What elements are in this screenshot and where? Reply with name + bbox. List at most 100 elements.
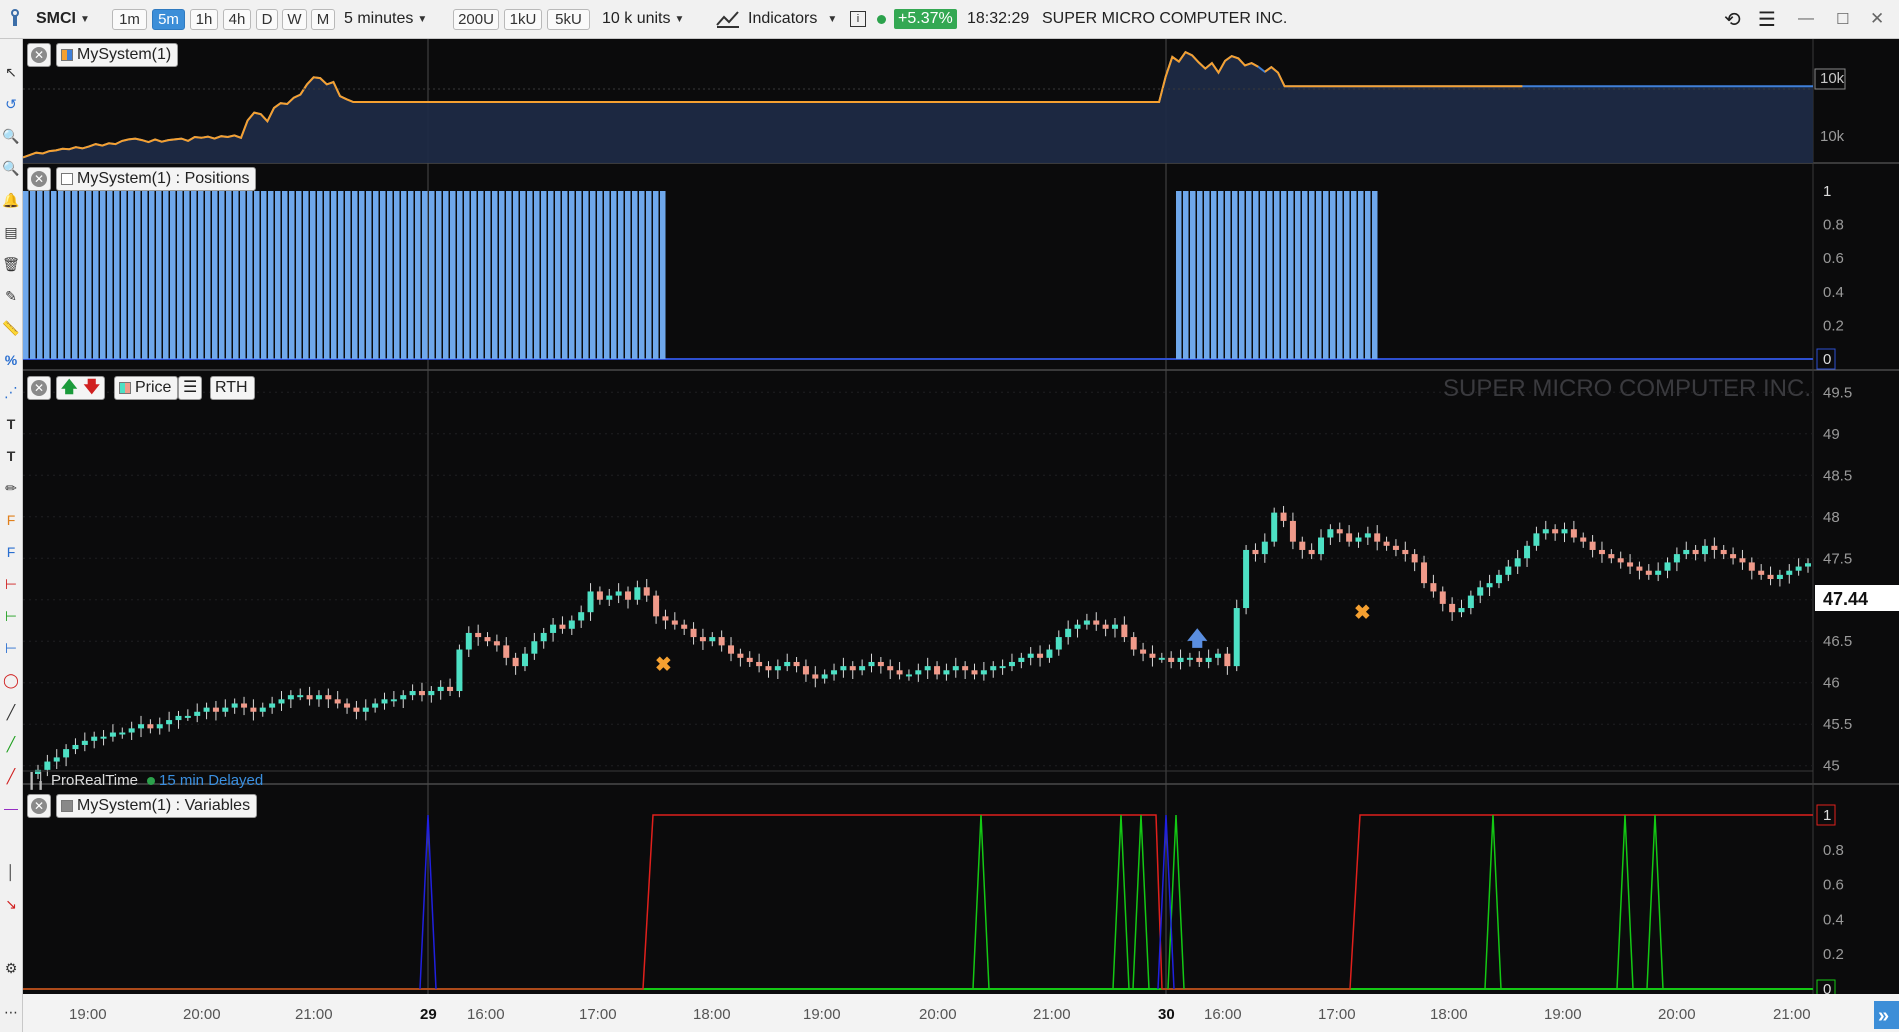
positions-panel-title[interactable]: MySystem(1) : Positions bbox=[56, 167, 257, 191]
timeframe-m[interactable]: M bbox=[311, 9, 335, 30]
candle-body bbox=[1336, 529, 1343, 534]
chart-canvas[interactable]: 10k10k10.80.60.40.2049.54948.54847.54746… bbox=[23, 39, 1899, 1032]
ruler-icon[interactable]: 📏 bbox=[1, 317, 21, 339]
timeframe-w[interactable]: W bbox=[282, 9, 307, 30]
candle-body bbox=[1224, 653, 1231, 667]
position-bar bbox=[562, 191, 568, 359]
ellipse-tool-icon[interactable]: ◯ bbox=[1, 669, 21, 691]
symbol-selector[interactable]: SMCI ▼ bbox=[36, 0, 90, 38]
candle-body bbox=[559, 624, 566, 629]
position-bar bbox=[492, 191, 498, 359]
horizontal-line-icon[interactable]: — bbox=[1, 797, 21, 819]
close-variables-panel-button[interactable]: ✕ bbox=[27, 794, 51, 818]
position-bar bbox=[121, 191, 127, 359]
indicators-button[interactable]: Indicators ▼ bbox=[716, 0, 837, 38]
pencil-icon[interactable]: ✏ bbox=[1, 477, 21, 499]
price-panel-title[interactable]: Price bbox=[114, 376, 179, 400]
position-bar bbox=[555, 191, 561, 359]
candle-body bbox=[737, 653, 744, 658]
brush-icon[interactable]: ✎ bbox=[1, 285, 21, 307]
candle-body bbox=[896, 670, 903, 675]
buy-sell-buttons[interactable]: 🡅 🡇 bbox=[56, 376, 105, 400]
candle-body bbox=[877, 661, 884, 667]
units-5ku[interactable]: 5kU bbox=[547, 9, 590, 30]
candle-body bbox=[765, 666, 772, 671]
period-selector[interactable]: 5 minutes ▼ bbox=[344, 0, 427, 38]
arrow-down-icon[interactable]: 🡇 bbox=[83, 377, 99, 399]
alert-bell-icon[interactable]: 🔔 bbox=[1, 189, 21, 211]
positions-axis-tick: 0.8 bbox=[1823, 217, 1844, 234]
green-line-icon[interactable]: ╱ bbox=[1, 733, 21, 755]
candle-body bbox=[521, 653, 528, 667]
maximize-icon[interactable]: ☐ bbox=[1836, 0, 1849, 38]
document-icon[interactable]: ▤ bbox=[1, 221, 21, 243]
settings-tools-icon[interactable]: ⚙ bbox=[1, 957, 21, 979]
close-price-panel-button[interactable]: ✕ bbox=[27, 376, 51, 400]
candle-body bbox=[1261, 541, 1268, 555]
fibonacci-icon[interactable]: F bbox=[1, 509, 21, 531]
trash-icon[interactable]: 🗑 bbox=[1, 253, 21, 275]
close-positions-panel-button[interactable]: ✕ bbox=[27, 167, 51, 191]
units-selector[interactable]: 10 k units ▼ bbox=[602, 0, 684, 38]
price-axis-tick: 49 bbox=[1823, 426, 1840, 443]
position-bar bbox=[464, 191, 470, 359]
channel-tool-icon[interactable]: ⊢ bbox=[1, 605, 21, 627]
timeframe-5m[interactable]: 5m bbox=[152, 9, 185, 30]
positions-axis-tick: 0.2 bbox=[1823, 317, 1844, 334]
price-axis-tick: 47.5 bbox=[1823, 550, 1852, 567]
position-bar bbox=[114, 191, 120, 359]
candle-body bbox=[1102, 624, 1109, 629]
pattern-icon[interactable]: ⋰ bbox=[1, 381, 21, 403]
position-bar bbox=[1309, 191, 1315, 359]
undo-icon[interactable]: ↺ bbox=[1, 93, 21, 115]
candle-body bbox=[503, 645, 510, 658]
arrow-tool-icon[interactable]: ↘ bbox=[1, 893, 21, 915]
more-tools-icon[interactable]: ⋯ bbox=[1, 1001, 21, 1023]
minimize-icon[interactable]: — bbox=[1798, 0, 1814, 38]
candle-body bbox=[1065, 628, 1072, 638]
units-200u[interactable]: 200U bbox=[453, 9, 499, 30]
zoom-icon[interactable]: 🔍 bbox=[1, 125, 21, 147]
percent-icon[interactable]: % bbox=[1, 349, 21, 371]
trendline-icon[interactable]: ╱ bbox=[1, 701, 21, 723]
arrow-up-icon[interactable]: 🡅 bbox=[61, 377, 77, 399]
price-axis-tick: 46 bbox=[1823, 675, 1840, 692]
zoom-out-icon[interactable]: 🔍 bbox=[1, 157, 21, 179]
vertical-marker-icon[interactable]: │ bbox=[1, 861, 21, 883]
text-label-icon[interactable]: T bbox=[1, 445, 21, 467]
rectangle-tool-icon[interactable]: ⊢ bbox=[1, 573, 21, 595]
close-icon[interactable]: ✕ bbox=[1870, 0, 1884, 38]
candle-body bbox=[353, 707, 360, 712]
price-list-button[interactable]: ☰ bbox=[178, 376, 203, 400]
position-bar bbox=[254, 191, 260, 359]
equity-panel-title[interactable]: MySystem(1) bbox=[56, 43, 179, 67]
info-icon[interactable]: i bbox=[850, 0, 866, 38]
rth-button[interactable]: RTH bbox=[210, 376, 255, 400]
timeframe-1m[interactable]: 1m bbox=[112, 9, 147, 30]
menu-icon[interactable]: ☰ bbox=[1758, 0, 1776, 38]
timeframe-4h[interactable]: 4h bbox=[223, 9, 251, 30]
candle-body bbox=[1074, 624, 1081, 629]
units-1ku[interactable]: 1kU bbox=[504, 9, 542, 30]
close-icon: ✕ bbox=[31, 380, 47, 396]
position-bar bbox=[86, 191, 92, 359]
vertical-line-icon[interactable]: ⊢ bbox=[1, 637, 21, 659]
timeframe-1h[interactable]: 1h bbox=[190, 9, 218, 30]
close-equity-panel-button[interactable]: ✕ bbox=[27, 43, 51, 67]
x-axis-tick: 18:00 bbox=[1430, 1006, 1468, 1023]
variables-panel-title[interactable]: MySystem(1) : Variables bbox=[56, 794, 258, 818]
variables-axis-tick: 0.4 bbox=[1823, 911, 1844, 928]
candle-body bbox=[362, 707, 369, 712]
text-tool-icon[interactable]: T bbox=[1, 413, 21, 435]
timeframe-d[interactable]: D bbox=[256, 9, 278, 30]
candle-body bbox=[568, 620, 575, 629]
red-line-icon[interactable]: ╱ bbox=[1, 765, 21, 787]
candle-body bbox=[1701, 545, 1708, 555]
fibonacci-fan-icon[interactable]: F bbox=[1, 541, 21, 563]
candle-body bbox=[1121, 624, 1128, 638]
chart-area[interactable]: 10k10k10.80.60.40.2049.54948.54847.54746… bbox=[23, 39, 1899, 1032]
sync-icon[interactable]: ⟲ bbox=[1724, 0, 1741, 38]
candle-body bbox=[1776, 574, 1783, 579]
position-bar bbox=[1253, 191, 1259, 359]
cursor-icon[interactable]: ↖ bbox=[1, 61, 21, 83]
